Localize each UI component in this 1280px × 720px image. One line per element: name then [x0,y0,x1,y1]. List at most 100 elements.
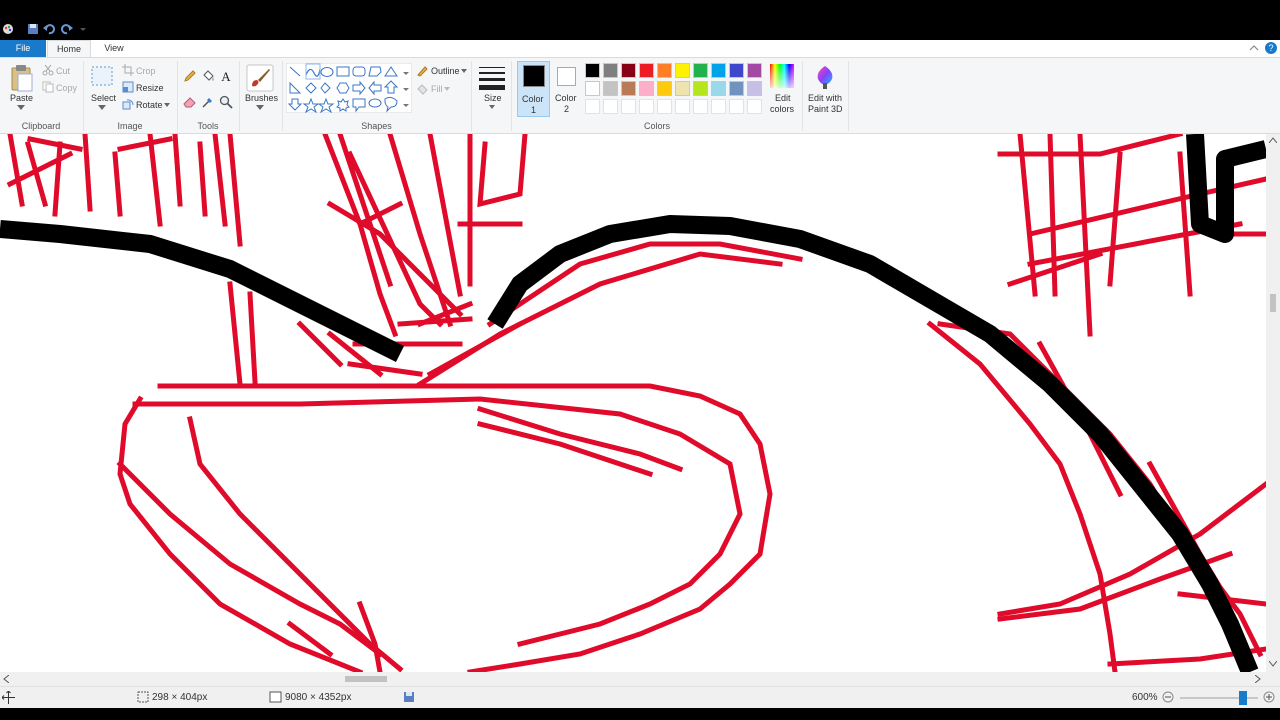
shapes-group-label: Shapes [361,121,392,131]
shapes-gallery[interactable] [286,63,412,113]
palette-swatch[interactable] [585,81,600,96]
custom-color-slot[interactable] [639,99,654,114]
palette-swatch[interactable] [639,63,654,78]
resize-button[interactable]: Resize [136,83,164,93]
save-icon[interactable] [26,22,40,36]
palette-swatch[interactable] [603,63,618,78]
palette-swatch[interactable] [729,63,744,78]
outline-dropdown[interactable]: Outline [431,66,460,76]
size-button[interactable]: Size [484,93,502,103]
collapse-ribbon-icon[interactable] [1249,43,1259,53]
zoom-in-icon[interactable] [1263,691,1275,703]
palette-swatch[interactable] [729,81,744,96]
crop-button[interactable]: Crop [136,66,156,76]
pencil-icon[interactable] [183,69,197,83]
eraser-icon[interactable] [183,95,197,109]
custom-color-slot[interactable] [711,99,726,114]
color1-button[interactable]: Color 1 [517,61,550,117]
text-icon[interactable]: A [219,69,233,83]
group-divider [802,61,803,131]
horizontal-scrollbar[interactable] [0,672,1266,686]
palette-swatch[interactable] [675,63,690,78]
edit-colors-icon[interactable] [769,63,795,89]
select-button[interactable]: Select [91,93,116,103]
rotate-button[interactable]: Rotate [136,100,163,110]
undo-icon[interactable] [42,22,56,36]
drawing-canvas[interactable] [0,134,1266,672]
palette-swatch[interactable] [693,63,708,78]
palette-swatch[interactable] [585,63,600,78]
canvas-area[interactable] [0,134,1266,672]
paint-window: File Home View ? Paste Cut Copy Clipboar… [0,0,1280,720]
horizontal-scroll-thumb[interactable] [345,676,387,682]
palette-swatch[interactable] [639,81,654,96]
zoom-slider-thumb[interactable] [1238,691,1247,705]
outline-dropdown-icon[interactable] [461,69,467,73]
brushes-icon[interactable] [246,64,274,92]
palette-swatch[interactable] [747,63,762,78]
vertical-scrollbar[interactable] [1266,134,1280,672]
palette-swatch[interactable] [603,81,618,96]
custom-color-slot[interactable] [585,99,600,114]
palette-swatch[interactable] [711,81,726,96]
palette-swatch[interactable] [621,81,636,96]
redo-icon[interactable] [60,22,74,36]
custom-color-slot[interactable] [675,99,690,114]
magnifier-icon[interactable] [219,95,233,109]
scroll-up-icon[interactable] [1269,137,1277,143]
help-icon[interactable]: ? [1265,42,1277,54]
paint3d-line2[interactable]: Paint 3D [808,104,843,114]
paste-icon[interactable] [10,64,34,92]
scroll-left-icon[interactable] [3,675,9,683]
custom-color-slot[interactable] [621,99,636,114]
fill-bucket-icon[interactable] [201,69,215,83]
palette-swatch[interactable] [621,63,636,78]
scroll-right-icon[interactable] [1255,675,1261,683]
palette-swatch[interactable] [675,81,690,96]
paint3d-icon[interactable] [814,64,836,90]
paste-dropdown-icon[interactable] [17,105,25,110]
size-icon[interactable] [478,64,506,92]
custom-color-slot[interactable] [603,99,618,114]
selection-size: 298 × 404px [152,692,208,703]
cut-button[interactable]: Cut [56,66,70,76]
palette-swatch[interactable] [693,81,708,96]
palette-swatch[interactable] [657,81,672,96]
edit-colors-line2[interactable]: colors [770,104,794,114]
customize-quick-access-icon[interactable] [76,22,90,36]
palette-swatch[interactable] [657,63,672,78]
image-group-label: Image [117,121,143,131]
copy-button[interactable]: Copy [56,83,77,93]
brushes-dropdown-icon[interactable] [256,105,264,110]
fill-dropdown-icon[interactable] [444,87,450,91]
scroll-down-icon[interactable] [1269,661,1277,667]
zoom-out-icon[interactable] [1162,691,1174,703]
custom-color-slot[interactable] [729,99,744,114]
color-picker-icon[interactable] [201,95,215,109]
tab-home[interactable]: Home [47,40,91,57]
vertical-scroll-thumb[interactable] [1270,294,1276,312]
selection-size-icon [137,691,149,703]
zoom-slider[interactable] [1180,691,1258,705]
select-dropdown-icon[interactable] [98,105,106,110]
color2-button[interactable]: Color 2 [553,61,581,117]
fill-dropdown[interactable]: Fill [431,84,443,94]
palette-swatch[interactable] [747,81,762,96]
custom-color-slot[interactable] [747,99,762,114]
file-size-icon [404,692,414,702]
tab-view[interactable]: View [96,40,132,57]
custom-color-slot[interactable] [657,99,672,114]
paste-button[interactable]: Paste [10,93,33,103]
paint-app-icon[interactable] [1,22,15,36]
group-divider [848,61,849,131]
brushes-button[interactable]: Brushes [245,93,278,103]
outline-icon [417,66,428,77]
paint3d-line1[interactable]: Edit with [808,93,842,103]
size-dropdown-icon[interactable] [489,105,495,109]
palette-swatch[interactable] [711,63,726,78]
edit-colors-line1[interactable]: Edit [775,93,791,103]
tab-file[interactable]: File [0,40,46,57]
rotate-dropdown-icon[interactable] [164,103,170,107]
select-icon[interactable] [90,65,114,89]
custom-color-slot[interactable] [693,99,708,114]
